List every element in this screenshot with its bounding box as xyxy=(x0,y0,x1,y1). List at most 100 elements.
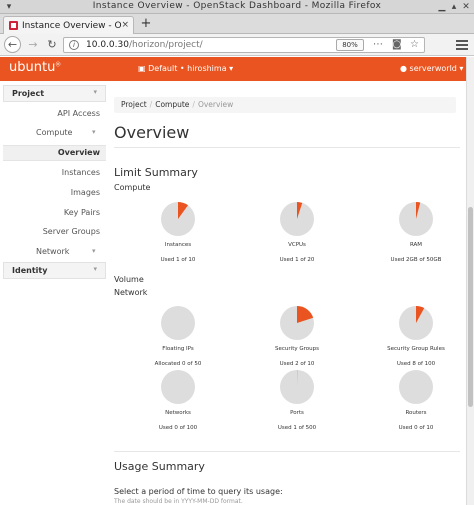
limit-pie-chart: Routers Used 0 of 10 xyxy=(376,369,456,431)
limit-pie-chart: Instances Used 1 of 10 xyxy=(138,201,218,263)
breadcrumb-compute[interactable]: Compute xyxy=(155,100,189,109)
limit-pie-chart: Floating IPs Allocated 0 of 50 xyxy=(138,305,218,367)
pie-title: Routers xyxy=(405,410,427,416)
chevron-down-icon: ▾ xyxy=(92,128,96,136)
usage-query-label: Select a period of time to query its usa… xyxy=(114,487,283,496)
reload-icon[interactable]: ↻ xyxy=(44,37,60,53)
sidebar-section-label: Identity xyxy=(12,266,48,275)
project-selector[interactable]: ▣ Default • hiroshima ▾ xyxy=(138,64,233,73)
dashboard-header: ubuntu◎ ▣ Default • hiroshima ▾ ● server… xyxy=(0,57,466,81)
divider xyxy=(114,147,460,148)
pie-usage-text: Used 1 of 500 xyxy=(277,425,317,431)
limit-pie-chart: Networks Used 0 of 100 xyxy=(138,369,218,431)
forward-arrow-icon[interactable]: → xyxy=(25,37,41,53)
breadcrumb-separator: / xyxy=(149,100,153,109)
tab-bar: Instance Overview - Open × + xyxy=(0,14,474,34)
network-title: Network xyxy=(114,288,148,297)
compute-title: Compute xyxy=(114,183,151,192)
pie-background xyxy=(399,370,433,404)
limit-pie-chart: Ports Used 1 of 500 xyxy=(257,369,337,431)
pie-svg xyxy=(399,201,433,236)
url-bar[interactable]: i 10.0.0.30/horizon/project/ 80% ⋯ ◙ ☆ xyxy=(63,37,425,53)
project-selector-label: Default • hiroshima ▾ xyxy=(148,64,234,73)
pie-svg xyxy=(161,306,195,340)
scrollbar-thumb[interactable] xyxy=(468,207,473,407)
sidebar-item-overview[interactable]: Overview xyxy=(3,145,106,161)
sidebar-group-label: Compute xyxy=(36,128,73,137)
pie-background xyxy=(161,370,195,404)
url-host: 10.0.0.30 xyxy=(86,40,129,50)
main-content: Project / Compute / Overview Overview Limit … xyxy=(106,81,460,505)
openstack-favicon-icon xyxy=(9,21,18,30)
sidebar-item-instances[interactable]: Instances xyxy=(62,168,100,177)
limit-pie-chart: Security Groups Used 2 of 10 xyxy=(257,305,337,367)
pie-svg xyxy=(280,202,314,236)
circle-of-friends-icon: ◎ xyxy=(55,60,61,68)
pie-usage-text: Used 2GB of 50GB xyxy=(390,257,442,263)
window-titlebar: ▾ Instance Overview - OpenStack Dashboar… xyxy=(0,0,474,14)
minimize-icon[interactable]: ▁ xyxy=(436,1,448,13)
pie-usage-text: Allocated 0 of 50 xyxy=(154,361,202,367)
sidebar-group-label: Network xyxy=(36,247,70,256)
ubuntu-logo[interactable]: ubuntu◎ xyxy=(9,60,61,75)
tab-close-icon[interactable]: × xyxy=(121,20,129,30)
pie-svg xyxy=(280,369,314,404)
breadcrumb-current: Overview xyxy=(197,100,234,109)
sidebar-group-network[interactable]: Network ▾ xyxy=(36,247,96,256)
breadcrumb: Project / Compute / Overview xyxy=(114,97,456,113)
pie-usage-text: Used 1 of 10 xyxy=(160,257,196,263)
sidebar-item-key-pairs[interactable]: Key Pairs xyxy=(64,208,100,217)
site-info-icon[interactable]: i xyxy=(69,40,79,50)
sidebar-group-compute[interactable]: Compute ▾ xyxy=(36,128,96,137)
breadcrumb-separator: / xyxy=(192,100,195,109)
sidebar: Project ▾ API Access Compute ▾ Overview … xyxy=(0,81,106,505)
pocket-icon[interactable]: ◙ xyxy=(392,39,402,50)
chevron-down-icon: ▾ xyxy=(93,88,97,96)
pie-svg xyxy=(399,370,433,404)
sidebar-section-label: Project xyxy=(12,89,45,98)
pie-svg xyxy=(161,370,195,404)
close-window-icon[interactable]: ✕ xyxy=(460,1,472,13)
pie-usage-text: Used 8 of 100 xyxy=(396,361,436,367)
hamburger-menu-icon[interactable] xyxy=(456,38,468,52)
pie-title: Security Groups xyxy=(275,346,319,352)
pie-usage-text: Used 2 of 10 xyxy=(279,361,315,367)
new-tab-button[interactable]: + xyxy=(138,16,154,32)
pie-usage-text: Used 0 of 10 xyxy=(398,425,434,431)
breadcrumb-project[interactable]: Project xyxy=(121,100,147,109)
user-menu[interactable]: ● serverworld ▾ xyxy=(400,64,463,73)
sidebar-item-server-groups[interactable]: Server Groups xyxy=(43,227,100,236)
browser-tab[interactable]: Instance Overview - Open × xyxy=(3,16,134,34)
pie-title: RAM xyxy=(409,242,423,248)
window-title: Instance Overview - OpenStack Dashboard … xyxy=(92,1,382,11)
user-icon: ● xyxy=(400,64,410,73)
pie-svg xyxy=(280,306,314,340)
pie-title: Ports xyxy=(290,410,304,416)
pie-usage-text: Used 0 of 100 xyxy=(158,425,198,431)
page-scrollbar[interactable] xyxy=(466,57,474,505)
chevron-down-icon: ▾ xyxy=(92,247,96,255)
limit-summary-title: Limit Summary xyxy=(114,166,198,179)
sidebar-section-project[interactable]: Project ▾ xyxy=(3,85,106,102)
navigation-toolbar: ← → ↻ i 10.0.0.30/horizon/project/ 80% ⋯… xyxy=(0,34,474,56)
sidebar-item-api-access[interactable]: API Access xyxy=(57,109,100,118)
pie-title: Security Group Rules xyxy=(387,346,445,352)
usage-summary-title: Usage Summary xyxy=(114,460,205,473)
zoom-level[interactable]: 80% xyxy=(336,39,364,51)
bookmark-star-icon[interactable]: ☆ xyxy=(410,39,419,50)
sidebar-item-images[interactable]: Images xyxy=(71,188,100,197)
sidebar-section-identity[interactable]: Identity ▾ xyxy=(3,262,106,279)
url-text[interactable]: 10.0.0.30/horizon/project/ xyxy=(86,40,203,50)
pie-title: VCPUs xyxy=(288,242,306,248)
maximize-icon[interactable]: ▴ xyxy=(448,1,460,13)
chevron-down-icon: ▾ xyxy=(93,265,97,273)
page-actions-icon[interactable]: ⋯ xyxy=(373,39,383,50)
page-title: Overview xyxy=(114,123,190,142)
back-arrow-icon[interactable]: ← xyxy=(4,36,21,53)
pie-usage-text: Used 1 of 20 xyxy=(279,257,315,263)
pie-svg xyxy=(399,306,433,340)
limit-pie-chart: RAM Used 2GB of 50GB xyxy=(376,201,456,263)
limit-pie-chart: Security Group Rules Used 8 of 100 xyxy=(376,305,456,367)
pie-title: Networks xyxy=(165,410,191,416)
pie-title: Instances xyxy=(164,242,192,248)
